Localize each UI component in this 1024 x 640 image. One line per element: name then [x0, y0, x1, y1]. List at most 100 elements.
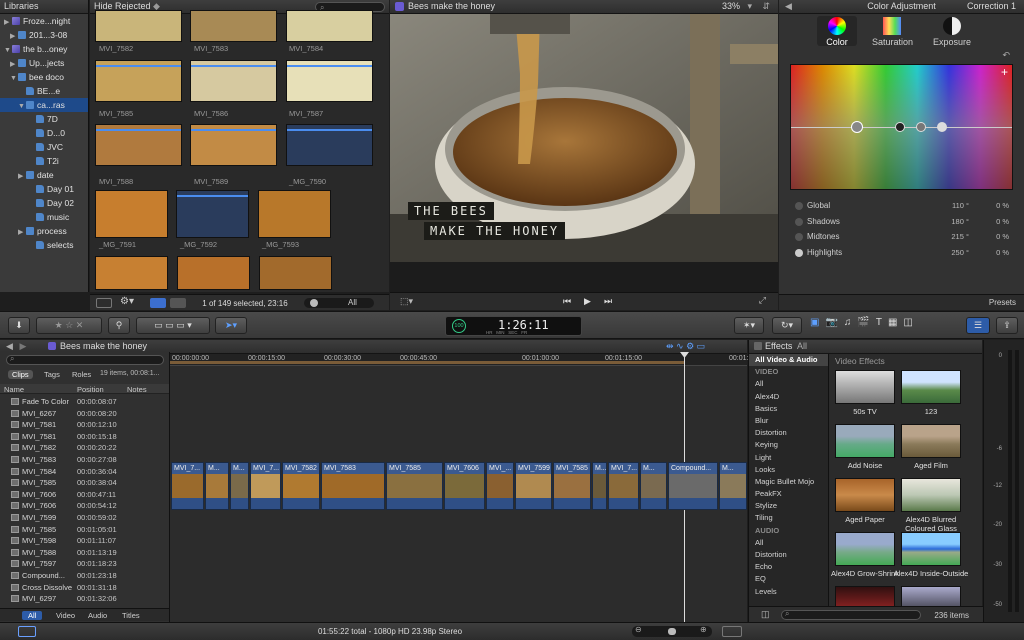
clip-thumbnail[interactable] [258, 190, 331, 238]
index-row[interactable]: MVI_7588 00:01:13:19 [0, 547, 169, 559]
index-row[interactable]: MVI_7583 00:00:27:08 [0, 454, 169, 466]
index-row[interactable]: MVI_7606 00:00:54:12 [0, 500, 169, 512]
effect-thumbnail[interactable] [835, 586, 895, 606]
effects-category[interactable]: Stylize [749, 500, 828, 512]
effect-thumbnail[interactable] [901, 424, 961, 458]
timeline-clip[interactable]: MVI_7... [608, 462, 639, 510]
effect-thumbnail[interactable] [901, 478, 961, 512]
range-highlights-amount[interactable]: 0 % [984, 248, 1009, 257]
highlights-puck[interactable] [937, 122, 947, 132]
nav-forward-icon[interactable]: ▶ [19, 341, 26, 351]
midtones-puck[interactable] [916, 122, 926, 132]
index-row[interactable]: MVI_7599 00:00:59:02 [0, 512, 169, 524]
clip-thumbnail[interactable] [95, 124, 182, 166]
effect-thumbnail[interactable] [901, 532, 961, 566]
effects-category[interactable]: EQ [749, 573, 828, 585]
index-row[interactable]: MVI_6297 00:01:32:06 [0, 593, 169, 605]
radio-highlights[interactable] [795, 248, 803, 257]
color-board[interactable]: + [790, 64, 1013, 190]
share-button[interactable]: ⇪ [996, 317, 1018, 334]
clip-thumbnail[interactable] [177, 256, 250, 290]
clip-thumbnail[interactable] [286, 124, 373, 166]
library-item[interactable]: ▼ ca...ras [0, 98, 88, 112]
range-shadows-hue[interactable]: 180 ° [939, 217, 969, 226]
index-row[interactable]: MVI_7581 00:00:15:18 [0, 431, 169, 443]
tab-color[interactable]: Color [817, 37, 857, 47]
timeline-clip[interactable]: MVI_... [486, 462, 514, 510]
effects-category[interactable]: Magic Bullet Mojo [749, 476, 828, 488]
timeline-clip[interactable]: MVI_7583 [321, 462, 385, 510]
range-midtones-hue[interactable]: 215 ° [939, 232, 969, 241]
effects-search-field[interactable]: ⌕ [781, 609, 921, 620]
tab-clips[interactable]: Clips [8, 370, 33, 379]
radio-global[interactable] [795, 202, 803, 210]
library-item[interactable]: ▶ 201...3-08 [0, 28, 88, 42]
tab-roles[interactable]: Roles [72, 370, 91, 379]
effects-category[interactable]: Distortion [749, 549, 828, 561]
zoom-in-icon[interactable]: ⊕ [700, 625, 707, 634]
range-highlights-hue[interactable]: 250 ° [939, 248, 969, 257]
library-item[interactable]: ▶ Up...jects [0, 56, 88, 70]
color-tab-icon[interactable] [828, 17, 846, 35]
effects-category[interactable]: Tiling [749, 512, 828, 524]
effects-category[interactable]: Distortion [749, 427, 828, 439]
add-icon[interactable]: + [1001, 65, 1008, 79]
timeline-clip[interactable]: M... [640, 462, 667, 510]
effect-thumbnail[interactable] [901, 586, 961, 606]
range-global-hue[interactable]: 110 ° [939, 201, 969, 210]
library-toggle-button[interactable] [96, 298, 112, 308]
radio-shadows[interactable] [795, 217, 803, 226]
timeline-clip[interactable]: M... [230, 462, 249, 510]
play-button[interactable]: ▶ [584, 296, 591, 307]
library-item[interactable]: selects [0, 238, 88, 252]
effects-category[interactable]: Levels [749, 586, 828, 598]
presets-button[interactable]: Presets [989, 298, 1016, 307]
tab-exposure[interactable]: Exposure [932, 37, 972, 47]
effect-thumbnail[interactable] [901, 370, 961, 404]
nav-back-icon[interactable]: ◀ [6, 341, 13, 351]
import-button[interactable]: ⬇ [8, 317, 30, 334]
clip-thumbnail[interactable] [259, 256, 332, 290]
next-frame-button[interactable]: ⏭ [604, 296, 612, 307]
retime-button[interactable]: ↻▾ [772, 317, 802, 334]
rating-buttons[interactable]: ★ ☆ ✕ [36, 317, 102, 334]
timeline-clip[interactable]: MVI_7... [250, 462, 281, 510]
index-row[interactable]: MVI_7585 00:01:05:01 [0, 524, 169, 536]
index-row[interactable]: MVI_7582 00:00:20:22 [0, 442, 169, 454]
timeline-ruler[interactable]: 00:00:00:00 00:00:15:00 00:00:30:00 00:00:4… [170, 354, 756, 366]
effects-category[interactable]: Basics [749, 403, 828, 415]
correction-dropdown[interactable]: Correction 1 [967, 0, 1016, 13]
gear-icon[interactable]: ⚙▾ [120, 296, 134, 307]
timeline-clip[interactable]: M... [205, 462, 229, 510]
effects-category[interactable]: All [749, 378, 828, 390]
index-row[interactable]: Cross Dissolve 00:01:31:18 [0, 582, 169, 594]
effects-category[interactable]: Alex4D [749, 391, 828, 403]
range-shadows-amount[interactable]: 0 % [984, 217, 1009, 226]
index-search-field[interactable]: ⌕ [6, 354, 164, 365]
select-tool-button[interactable]: ➤▾ [215, 317, 247, 334]
fullscreen-icon[interactable]: ⤢ [759, 295, 766, 306]
library-item[interactable]: ▶ date [0, 168, 88, 182]
library-item[interactable]: Day 02 [0, 196, 88, 210]
reset-icon[interactable]: ↶ [1002, 50, 1010, 61]
tab-titles[interactable]: Titles [122, 611, 140, 620]
library-item[interactable]: JVC [0, 140, 88, 154]
index-row[interactable]: Compound... 00:01:23:18 [0, 570, 169, 582]
library-item[interactable]: ▶ Froze...night [0, 14, 88, 28]
tab-tags[interactable]: Tags [44, 370, 60, 379]
timeline-index-toggle[interactable] [18, 626, 36, 637]
tab-audio[interactable]: Audio [88, 611, 107, 620]
index-row[interactable]: MVI_7584 00:00:36:04 [0, 466, 169, 478]
clip-thumbnail[interactable] [95, 190, 168, 238]
clip-thumbnail[interactable] [95, 60, 182, 102]
effects-category[interactable]: All [749, 537, 828, 549]
effects-filter[interactable]: All [797, 340, 807, 353]
effects-category[interactable]: Blur [749, 415, 828, 427]
index-row[interactable]: MVI_7581 00:00:12:10 [0, 419, 169, 431]
effect-thumbnail[interactable] [835, 532, 895, 566]
effect-thumbnail[interactable] [835, 478, 895, 512]
timeline-clip[interactable]: MVI_7599 [515, 462, 552, 510]
effects-category[interactable]: All Video & Audio [749, 354, 828, 367]
library-item[interactable]: T2i [0, 154, 88, 168]
clip-thumbnail[interactable] [190, 124, 277, 166]
